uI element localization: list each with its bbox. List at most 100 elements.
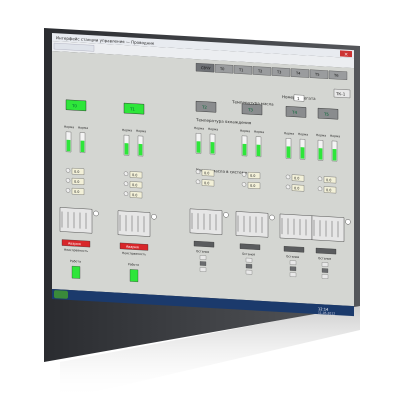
value-indicator: [241, 182, 247, 187]
lamp-label: Останов: [196, 249, 209, 254]
value-text: 0.0: [204, 171, 209, 175]
level-bar-fill: [80, 140, 85, 153]
level-label: Норма: [284, 131, 294, 136]
value-text: 0.0: [132, 173, 137, 177]
lamp-label: Работа: [128, 262, 139, 267]
top-button-label-6: Т5: [314, 72, 319, 76]
lamp-label: Останов: [318, 256, 331, 261]
value-indicator: [123, 191, 129, 196]
run-lamp[interactable]: [71, 265, 81, 279]
equipment-schematic[interactable]: [311, 215, 345, 242]
value-indicator: [317, 186, 323, 191]
control-button[interactable]: [283, 246, 305, 253]
level-bar-fill: [300, 147, 305, 159]
unit-tag: Т2: [201, 104, 207, 109]
run-lamp[interactable]: [129, 269, 139, 283]
unit-tag: Т5: [323, 111, 329, 116]
level-label: Норма: [136, 129, 146, 134]
equipment-schematic[interactable]: [235, 211, 269, 238]
alarm-text: Авария: [68, 241, 81, 246]
equipment-schematic[interactable]: [189, 208, 223, 235]
level-bar-fill: [138, 143, 143, 156]
value-indicator: [317, 176, 323, 181]
equipment-schematic[interactable]: [279, 213, 313, 240]
value-indicator: [195, 179, 201, 184]
striped-indicator: [199, 267, 207, 272]
control-button[interactable]: [239, 243, 261, 250]
alarm-text: Авария: [126, 245, 139, 250]
value-text: 0.0: [74, 180, 79, 184]
value-indicator: [195, 169, 201, 174]
start-button[interactable]: [54, 290, 68, 299]
level-bar-fill: [332, 148, 337, 161]
equipment-schematic[interactable]: [117, 210, 151, 237]
level-label: Норма: [316, 133, 326, 138]
value-text: 0.0: [204, 181, 209, 185]
lamp-label: Останов: [286, 254, 299, 259]
striped-indicator: [245, 257, 253, 263]
level-label: Норма: [298, 132, 308, 137]
screen-content: Интерфейс станции управления — Проводник…: [52, 32, 354, 317]
mode-corner-label: ТК-1: [335, 91, 346, 97]
value-text: 0.0: [132, 183, 137, 187]
striped-indicator: [199, 255, 207, 260]
striped-indicator: [245, 263, 253, 269]
level-label: Норма: [78, 125, 88, 130]
value-text: 0.0: [132, 193, 137, 197]
value-indicator: [285, 184, 291, 190]
striped-indicator: [321, 262, 329, 267]
close-glyph: ×: [344, 52, 348, 58]
value-text: 0.0: [326, 178, 331, 182]
top-button-label-3: Т2: [257, 69, 262, 73]
schematic-valve-icon: [345, 219, 351, 225]
level-bar-fill: [66, 139, 71, 152]
value-indicator: [285, 174, 291, 180]
level-label: Норма: [194, 126, 204, 131]
striped-indicator: [245, 269, 253, 275]
value-indicator: [241, 172, 247, 177]
lamp-label: Останов: [242, 252, 255, 257]
value-indicator: [65, 168, 71, 173]
value-text: 0.0: [74, 170, 79, 174]
equipment-schematic[interactable]: [59, 207, 93, 234]
top-button-label-7: Т6: [333, 73, 339, 77]
level-bar-fill: [256, 144, 261, 157]
value-text: 0.0: [294, 186, 299, 190]
unit-tag: Т1: [129, 106, 135, 111]
striped-indicator: [321, 268, 329, 273]
unit-tag: Т4: [291, 110, 297, 115]
value-indicator: [65, 188, 71, 193]
striped-indicator: [289, 260, 297, 265]
control-button[interactable]: [315, 247, 337, 255]
value-text: 0.0: [74, 190, 79, 194]
schematic-valve-icon: [269, 214, 275, 221]
schematic-valve-icon: [151, 214, 157, 220]
level-label: Норма: [254, 129, 264, 134]
level-label: Норма: [240, 129, 250, 134]
schematic-valve-icon: [223, 212, 229, 218]
top-button-label-1: Т0: [219, 67, 225, 71]
level-label: Норма: [64, 125, 74, 130]
level-label: Норма: [330, 134, 340, 139]
level-bar-fill: [124, 143, 129, 155]
level-bar-fill: [210, 142, 215, 154]
top-button-label-2: Т1: [238, 68, 243, 72]
value-text: 0.0: [294, 176, 299, 180]
value-indicator: [65, 178, 71, 183]
top-button-label-4: Т3: [276, 70, 281, 74]
value-indicator: [123, 171, 129, 176]
striped-indicator: [199, 261, 207, 266]
value-text: 0.0: [250, 184, 255, 188]
control-button[interactable]: [193, 240, 215, 248]
top-button-label-0: СВЧУ: [201, 66, 211, 71]
value-text: 0.0: [250, 174, 255, 178]
level-bar-fill: [242, 143, 247, 156]
striped-indicator: [289, 266, 297, 271]
level-bar-fill: [196, 141, 201, 153]
unit-tag: Т0: [71, 103, 77, 108]
top-button-label-5: Т4: [295, 71, 301, 75]
level-label: Норма: [208, 127, 218, 132]
monitor-screen: Интерфейс станции управления — Проводник…: [44, 28, 360, 400]
lamp-label: Работа: [70, 259, 81, 264]
schematic-valve-icon: [93, 210, 99, 217]
